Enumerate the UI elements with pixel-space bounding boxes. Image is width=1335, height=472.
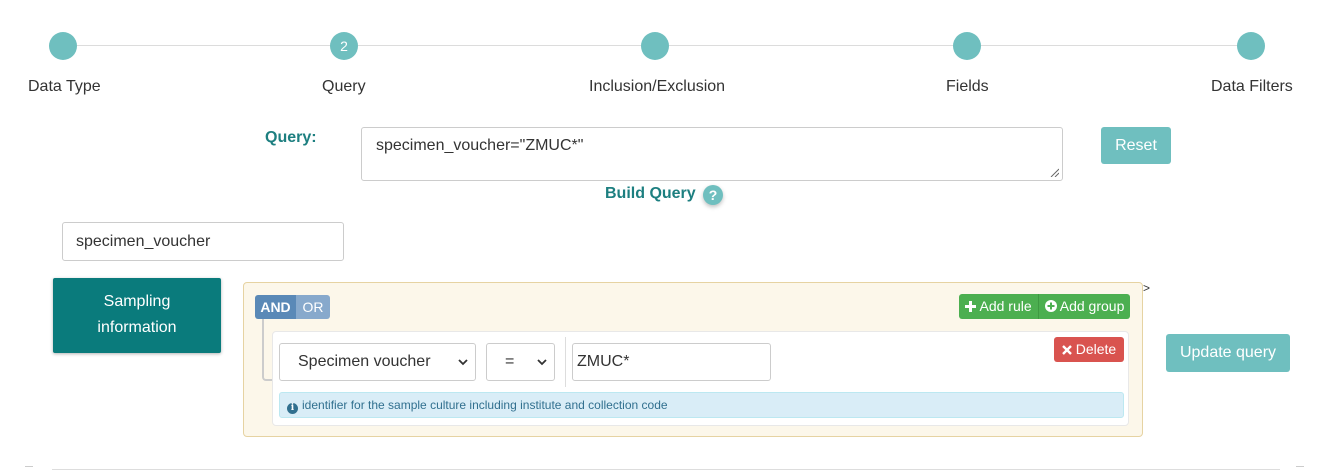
query-text: specimen_voucher="ZMUC*": [376, 137, 584, 154]
rule-field-select[interactable]: Specimen voucher: [279, 343, 476, 381]
stepper-connector: [669, 45, 953, 46]
condition-and-toggle[interactable]: AND: [255, 295, 296, 319]
add-group-label: Add group: [1059, 298, 1125, 314]
step-label-query: Query: [322, 78, 366, 95]
info-icon: i: [287, 403, 298, 414]
update-query-button[interactable]: Update query: [1166, 334, 1290, 372]
step-label-inclusion-exclusion: Inclusion/Exclusion: [589, 78, 726, 95]
reset-button[interactable]: Reset: [1101, 127, 1171, 164]
rule-value-input[interactable]: ZMUC*: [572, 343, 771, 381]
step-label-data-type: Data Type: [28, 78, 101, 95]
rule-separator: [565, 337, 566, 387]
category-label-line1: Sampling: [103, 293, 171, 310]
close-icon: [1061, 345, 1072, 355]
rule-description: i identifier for the sample culture inclu…: [279, 392, 1124, 418]
condition-or-toggle[interactable]: OR: [296, 295, 330, 319]
rule-operator-value: =: [505, 353, 515, 370]
stepper-connector: [77, 45, 330, 46]
step-2-dot[interactable]: 2: [330, 32, 358, 60]
add-rule-label: Add rule: [979, 298, 1032, 314]
plus-circle-icon: [1044, 300, 1057, 312]
builder-actions: Add rule Add group: [959, 294, 1130, 319]
field-search-input[interactable]: specimen_voucher: [62, 222, 344, 261]
query-textarea[interactable]: specimen_voucher="ZMUC*": [361, 127, 1063, 181]
stepper-connector: [358, 45, 641, 46]
query-label: Query:: [265, 129, 317, 146]
divider-corner: [1296, 466, 1304, 472]
stepper-connector: [981, 45, 1237, 46]
divider-corner: [25, 466, 33, 472]
chevron-down-icon: [458, 359, 468, 366]
step-3-dot[interactable]: [641, 32, 669, 60]
add-group-button[interactable]: Add group: [1039, 294, 1130, 319]
build-query-heading: Build Query: [605, 185, 696, 202]
divider: [52, 469, 1280, 470]
step-label-fields: Fields: [946, 78, 989, 95]
step-5-dot[interactable]: [1237, 32, 1265, 60]
chevron-down-icon: [537, 359, 547, 366]
category-label-line2: information: [97, 319, 177, 336]
step-label-data-filters: Data Filters: [1211, 78, 1293, 95]
step-4-dot[interactable]: [953, 32, 981, 60]
step-1-dot[interactable]: [49, 32, 77, 60]
stray-text: >: [1143, 281, 1151, 295]
rule-operator-select[interactable]: =: [486, 343, 555, 381]
delete-rule-button[interactable]: Delete: [1054, 337, 1124, 362]
rule-field-value: Specimen voucher: [298, 353, 431, 370]
plus-icon: [965, 301, 977, 312]
resize-grip-icon[interactable]: [1050, 168, 1059, 177]
delete-label: Delete: [1075, 341, 1117, 357]
add-rule-button[interactable]: Add rule: [959, 294, 1039, 319]
help-icon[interactable]: ?: [703, 185, 723, 205]
sampling-information-button[interactable]: Sampling information: [53, 278, 221, 353]
rule-description-text: identifier for the sample culture includ…: [302, 398, 668, 412]
